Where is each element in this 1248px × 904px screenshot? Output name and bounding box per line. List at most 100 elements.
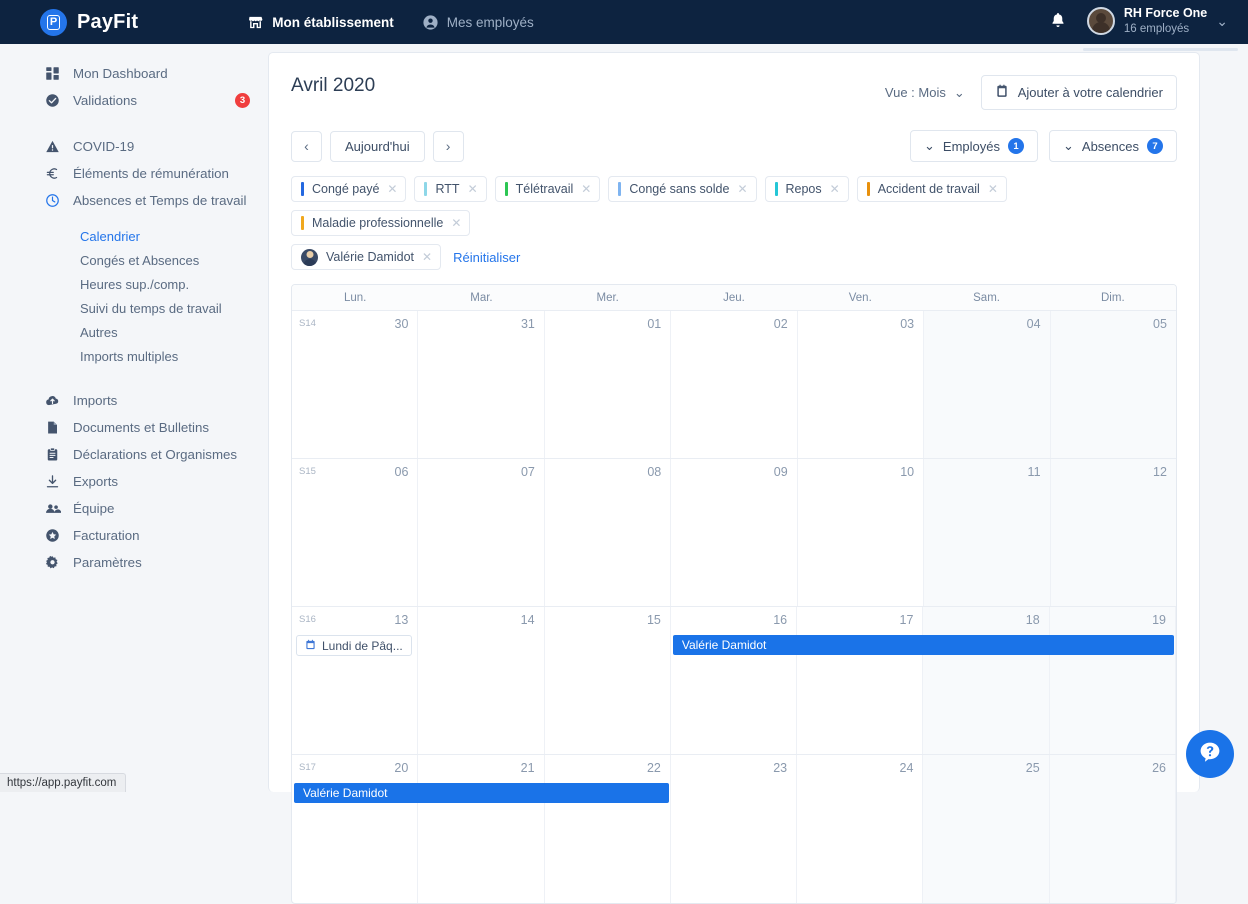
absence-type-chip[interactable]: Accident de travail✕ <box>857 176 1007 202</box>
calendar-day-cell[interactable]: 21 <box>418 755 544 903</box>
sidebar-item-absences-et-temps-de-travail[interactable]: Absences et Temps de travail <box>0 187 270 214</box>
calendar-day-cell[interactable]: 26 <box>1050 755 1176 903</box>
calendar-day-cell[interactable]: 09 <box>671 459 797 606</box>
close-icon[interactable]: ✕ <box>387 183 397 195</box>
public-holiday-pill[interactable]: Lundi de Pâq... <box>296 635 412 656</box>
panel-header-actions: Vue : Mois ⌄ Ajouter à votre calendrier <box>885 75 1177 110</box>
reset-filters-link[interactable]: Réinitialiser <box>453 250 520 265</box>
sidebar-subitem-heures-sup-comp[interactable]: Heures sup./comp. <box>0 272 270 296</box>
employee-filter-chip[interactable]: Valérie Damidot ✕ <box>291 244 441 270</box>
calendar-day-cell[interactable]: 19 <box>1050 607 1176 754</box>
sidebar-subitem-imports-multiples[interactable]: Imports multiples <box>0 344 270 368</box>
calendar-day-cell[interactable]: S1506 <box>292 459 418 606</box>
calendar-day-cell[interactable]: 22 <box>545 755 671 903</box>
calendar-day-cell[interactable]: S1613 <box>292 607 418 754</box>
calendar-day-cell[interactable]: S1720 <box>292 755 418 903</box>
sidebar-subitem-label: Heures sup./comp. <box>80 277 189 292</box>
sidebar-subitem-suivi-du-temps-de-travail[interactable]: Suivi du temps de travail <box>0 296 270 320</box>
calendar-nav-row: ‹ Aujourd'hui › ⌄ Employés 1 ⌄ Absences … <box>269 110 1199 162</box>
notification-bell-icon[interactable] <box>1049 11 1067 34</box>
calendar-day-cell[interactable]: S1430 <box>292 311 418 458</box>
day-number: 20 <box>301 761 408 775</box>
top-navigation-bar: P PayFit Mon établissement Mes employés … <box>0 0 1248 44</box>
calendar-day-cell[interactable]: 25 <box>923 755 1049 903</box>
filter-employes-button[interactable]: ⌄ Employés 1 <box>910 130 1038 162</box>
filter-absences-button[interactable]: ⌄ Absences 7 <box>1049 130 1177 162</box>
calendar-day-cell[interactable]: 07 <box>418 459 544 606</box>
brand-logo-group[interactable]: P PayFit <box>40 9 138 36</box>
sidebar-item-imports[interactable]: Imports <box>0 387 270 414</box>
calendar-day-cell[interactable]: 01 <box>545 311 671 458</box>
avatar <box>1087 7 1115 35</box>
today-button[interactable]: Aujourd'hui <box>330 131 425 162</box>
calendar-day-header: Lun. <box>292 285 418 310</box>
close-icon[interactable]: ✕ <box>737 183 747 195</box>
sidebar-item-label: COVID-19 <box>73 139 134 154</box>
calendar-week-row: S1720212223242526 Valérie Damidot <box>292 755 1176 903</box>
calendar-week-row: S1506070809101112 <box>292 459 1176 607</box>
calendar-day-cell[interactable]: 02 <box>671 311 797 458</box>
calendar-day-cell[interactable]: 04 <box>924 311 1050 458</box>
sidebar-item-exports[interactable]: Exports <box>0 468 270 495</box>
calendar-absence-event[interactable]: Valérie Damidot <box>673 635 1174 655</box>
sidebar-subitem-autres[interactable]: Autres <box>0 320 270 344</box>
view-mode-label: Vue : Mois <box>885 85 946 100</box>
sidebar-item-covid-19[interactable]: COVID-19 <box>0 133 270 160</box>
sidebar-item-declarations-et-organismes[interactable]: Déclarations et Organismes <box>0 441 270 468</box>
close-icon[interactable]: ✕ <box>451 217 461 229</box>
add-to-calendar-label: Ajouter à votre calendrier <box>1018 85 1163 100</box>
employee-chip-label: Valérie Damidot <box>326 250 414 264</box>
chevron-down-icon[interactable]: ⌄ <box>1216 13 1228 30</box>
sidebar-subitem-calendrier[interactable]: Calendrier <box>0 224 270 248</box>
calendar-day-cell[interactable]: 03 <box>798 311 924 458</box>
calendar-day-cell[interactable]: 31 <box>418 311 544 458</box>
absence-type-chip[interactable]: RTT✕ <box>414 176 486 202</box>
calendar-day-cell[interactable]: 18 <box>923 607 1049 754</box>
close-icon[interactable]: ✕ <box>988 183 998 195</box>
sidebar-item-mon-dashboard[interactable]: Mon Dashboard <box>0 60 270 87</box>
calendar-day-cell[interactable]: 24 <box>797 755 923 903</box>
sidebar-subitem-conges-et-absences[interactable]: Congés et Absences <box>0 248 270 272</box>
topnav-mes-employes[interactable]: Mes employés <box>422 14 534 31</box>
sidebar-item-elements-de-remuneration[interactable]: Éléments de rémunération <box>0 160 270 187</box>
absence-type-chip[interactable]: Maladie professionnelle✕ <box>291 210 470 236</box>
calendar-day-cell[interactable]: 11 <box>924 459 1050 606</box>
add-to-calendar-button[interactable]: Ajouter à votre calendrier <box>981 75 1177 110</box>
calendar-day-cell[interactable]: 05 <box>1051 311 1176 458</box>
absence-type-chip[interactable]: Repos✕ <box>765 176 849 202</box>
sidebar-item-equipe[interactable]: Équipe <box>0 495 270 522</box>
sidebar-item-facturation[interactable]: Facturation <box>0 522 270 549</box>
calendar-day-cell[interactable]: 15 <box>545 607 671 754</box>
calendar-absence-event[interactable]: Valérie Damidot <box>294 783 669 803</box>
sidebar-item-documents-et-bulletins[interactable]: Documents et Bulletins <box>0 414 270 441</box>
prev-month-button[interactable]: ‹ <box>291 131 322 162</box>
sidebar-item-parametres[interactable]: Paramètres <box>0 549 270 576</box>
absence-type-chip[interactable]: Congé payé✕ <box>291 176 406 202</box>
day-number: 03 <box>807 317 914 331</box>
absence-type-chip[interactable]: Congé sans solde✕ <box>608 176 756 202</box>
user-account-menu[interactable]: RH Force One 16 employés ⌄ <box>1083 2 1232 42</box>
close-icon[interactable]: ✕ <box>581 183 591 195</box>
week-number-label: S15 <box>299 466 316 477</box>
chip-color-bar <box>301 182 304 196</box>
calendar-day-cell[interactable]: 17 <box>797 607 923 754</box>
gear-icon <box>44 555 61 570</box>
topnav-mon-etablissement[interactable]: Mon établissement <box>247 14 394 31</box>
calendar-day-cell[interactable]: 10 <box>798 459 924 606</box>
day-number: 30 <box>301 317 408 331</box>
view-mode-select[interactable]: Vue : Mois ⌄ <box>885 85 965 101</box>
sidebar-item-validations[interactable]: Validations 3 <box>0 87 270 114</box>
chip-color-bar <box>867 182 870 196</box>
close-icon[interactable]: ✕ <box>422 251 432 263</box>
calendar-day-cell[interactable]: 08 <box>545 459 671 606</box>
calendar-day-cell[interactable]: 23 <box>671 755 797 903</box>
close-icon[interactable]: ✕ <box>468 183 478 195</box>
calendar-day-cell[interactable]: 16 <box>671 607 797 754</box>
day-number: 16 <box>680 613 787 627</box>
close-icon[interactable]: ✕ <box>830 183 840 195</box>
next-month-button[interactable]: › <box>433 131 464 162</box>
calendar-day-cell[interactable]: 14 <box>418 607 544 754</box>
absence-type-chip[interactable]: Télétravail✕ <box>495 176 601 202</box>
help-button[interactable] <box>1186 730 1234 778</box>
calendar-day-cell[interactable]: 12 <box>1051 459 1176 606</box>
